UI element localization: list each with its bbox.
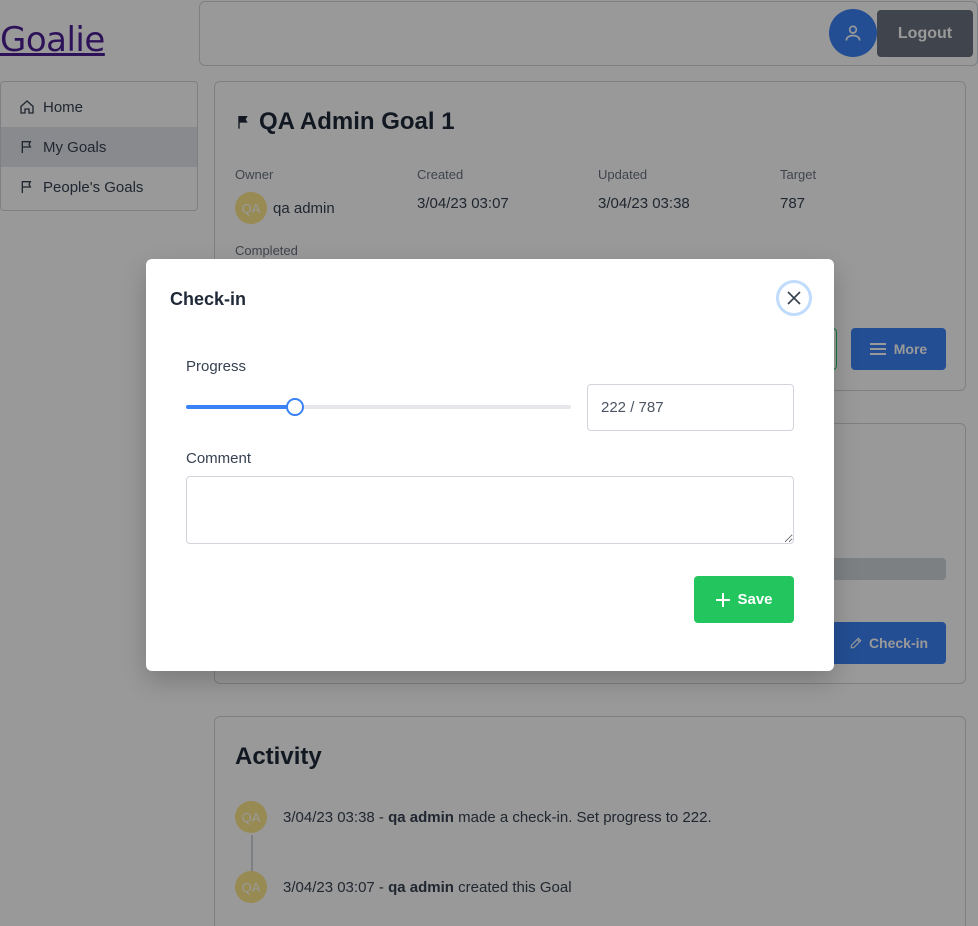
comment-textarea[interactable] — [186, 476, 794, 544]
close-icon — [787, 291, 801, 305]
progress-slider[interactable] — [186, 396, 571, 418]
plus-icon — [716, 592, 731, 607]
close-button[interactable] — [776, 280, 812, 316]
save-label: Save — [737, 591, 773, 608]
modal-title: Check-in — [170, 289, 247, 309]
save-button[interactable]: Save — [694, 576, 794, 623]
checkin-modal: Check-in Progress Comment Save — [146, 259, 834, 671]
progress-label: Progress — [186, 358, 247, 375]
comment-label: Comment — [186, 450, 252, 467]
slider-thumb[interactable] — [285, 398, 304, 416]
slider-fill — [186, 405, 295, 409]
progress-input[interactable] — [587, 384, 794, 431]
